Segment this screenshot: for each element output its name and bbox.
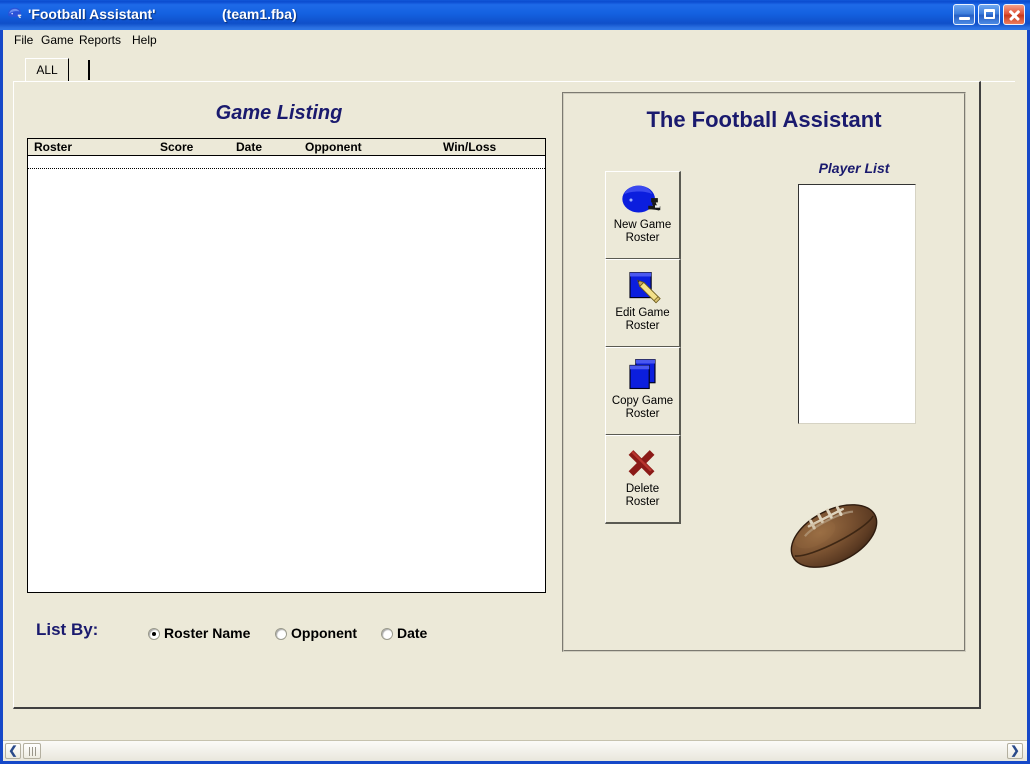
grid-body[interactable] [28,169,545,592]
panel-title: The Football Assistant [646,107,882,132]
caption-line1: Delete [625,483,660,495]
horizontal-scrollbar[interactable]: ❮ ❯ [3,740,1027,761]
menu-item-file[interactable]: File [9,32,38,48]
game-listing-title: Game Listing [215,102,343,124]
column-header-score[interactable]: Score [160,140,193,154]
scroll-right-arrow-icon[interactable]: ❯ [1007,743,1023,759]
tab-all[interactable]: ALL [25,58,69,82]
radio-date-dot[interactable] [381,628,393,640]
player-list-title: Player List [818,160,890,176]
new-game-roster-caption: New Game Roster [606,219,679,245]
radio-opponent-dot[interactable] [275,628,287,640]
delete-roster-caption: Delete Roster [606,483,679,509]
scrollbar-grip-icon [29,747,36,756]
column-header-winloss[interactable]: Win/Loss [443,140,496,154]
helmet-icon [8,7,22,19]
copy-pages-icon [629,359,656,390]
tab-strip: ALL [25,58,1015,82]
caption-line1: New Game [613,219,672,231]
caption-line2: Roster [625,320,660,332]
notepad-pencil-icon [629,272,661,304]
radio-roster-name-label: Roster Name [164,625,251,641]
column-header-date[interactable]: Date [236,140,262,154]
caption-line2: Roster [625,496,660,508]
tab-caret [88,60,90,80]
scrollbar-thumb[interactable] [23,743,41,759]
delete-roster-button[interactable]: Delete Roster [605,435,681,524]
copy-game-roster-caption: Copy Game Roster [606,395,679,421]
client-area: ALL Game Listing Roster Score Date Oppon… [3,48,1027,740]
tab-all-label: ALL [36,63,58,77]
caption-line1: Edit Game [615,307,670,319]
radio-opponent-label: Opponent [291,625,358,641]
column-header-roster[interactable]: Roster [34,140,72,154]
list-by-label: List By: [36,620,99,639]
grid-selected-row[interactable] [28,156,545,169]
main-panel: Game Listing Roster Score Date Opponent … [13,81,981,709]
red-x-icon [628,450,655,476]
title-bar: 'Football Assistant' (team1.fba) [0,0,1030,30]
menu-item-game[interactable]: Game [36,32,79,48]
menu-item-help[interactable]: Help [127,32,162,48]
close-button[interactable] [1003,4,1025,25]
player-list-box[interactable] [798,184,916,424]
game-listing-grid[interactable]: Roster Score Date Opponent Win/Loss [27,138,546,593]
grid-header-row: Roster Score Date Opponent Win/Loss [28,139,545,156]
radio-date-label: Date [397,625,428,641]
edit-game-roster-caption: Edit Game Roster [606,307,679,333]
application-window: 'Football Assistant' (team1.fba) File Ga… [0,0,1030,764]
column-header-opponent[interactable]: Opponent [305,140,362,154]
window-file-name: (team1.fba) [222,6,297,22]
new-game-roster-button[interactable]: New Game Roster [605,171,681,260]
caption-line2: Roster [625,408,660,420]
football-assistant-panel: The Football Assistant New Game Roster E… [562,92,966,652]
radio-roster-name-dot[interactable] [148,628,160,640]
caption-line1: Copy Game [611,395,674,407]
menu-bar: File Game Reports Help [3,30,1027,48]
helmet-icon [622,185,661,213]
menu-item-reports[interactable]: Reports [74,32,126,48]
football-image [790,504,878,568]
minimize-button[interactable] [953,4,975,25]
scroll-left-arrow-icon[interactable]: ❮ [5,743,21,759]
minimize-icon [959,17,970,20]
window-title: 'Football Assistant' [28,6,156,22]
copy-game-roster-button[interactable]: Copy Game Roster [605,347,681,436]
maximize-icon [984,9,995,19]
maximize-button[interactable] [978,4,1000,25]
caption-line2: Roster [625,232,660,244]
edit-game-roster-button[interactable]: Edit Game Roster [605,259,681,348]
